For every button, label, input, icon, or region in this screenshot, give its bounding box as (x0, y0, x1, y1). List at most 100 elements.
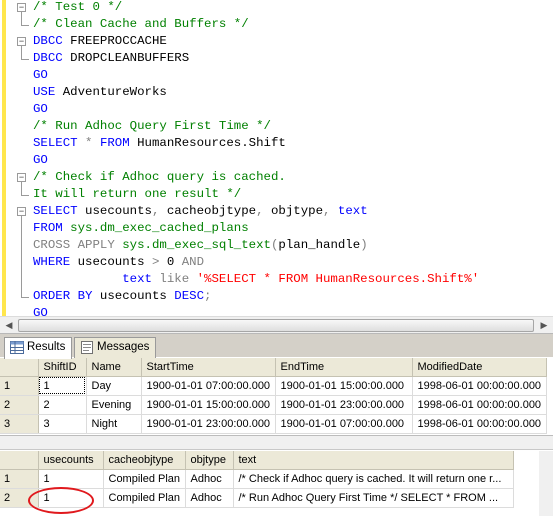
column-header[interactable]: Name (86, 358, 142, 377)
code-token: GO (33, 306, 48, 316)
code-line[interactable]: SELECT usecounts, cacheobjtype, objtype,… (0, 203, 553, 220)
code-line[interactable]: It will return one result */ (0, 186, 553, 203)
code-text: text like '%SELECT * FROM HumanResources… (33, 271, 479, 288)
code-text: GO (33, 305, 48, 316)
collapse-toggle-icon[interactable]: − (17, 207, 26, 216)
row-number[interactable]: 1 (0, 469, 39, 489)
code-line[interactable]: USE AdventureWorks (0, 84, 553, 101)
table-cell[interactable]: Adhoc (185, 469, 234, 489)
column-header[interactable]: ShiftID (38, 358, 87, 377)
code-token: sys.dm_exec_cached_plans (62, 221, 249, 235)
code-line[interactable]: DBCC DROPCLEANBUFFERS (0, 50, 553, 67)
scroll-left-icon[interactable]: ◀ (1, 318, 17, 333)
table-cell[interactable]: Day (86, 376, 142, 396)
code-token: * (77, 136, 100, 150)
row-number[interactable]: 3 (0, 414, 39, 434)
table-cell[interactable]: 1998-06-01 00:00:00.000 (412, 414, 547, 434)
query-editor[interactable]: /* Test 0 */ /* Clean Cache and Buffers *… (0, 0, 553, 316)
code-line[interactable]: GO (0, 152, 553, 169)
scroll-thumb[interactable] (18, 319, 534, 332)
code-text: DBCC DROPCLEANBUFFERS (33, 50, 189, 67)
column-header[interactable]: cacheobjtype (103, 451, 186, 470)
table-cell[interactable]: 1900-01-01 23:00:00.000 (141, 414, 276, 434)
fold-end (21, 195, 29, 196)
collapse-toggle-icon[interactable]: − (17, 173, 26, 182)
shift-table: ShiftID Name StartTime EndTime ModifiedD… (0, 358, 547, 434)
row-header-corner[interactable] (0, 451, 39, 470)
table-cell[interactable]: 2 (38, 395, 87, 415)
code-line[interactable]: text like '%SELECT * FROM HumanResources… (0, 271, 553, 288)
code-token: objtype (263, 204, 324, 218)
table-cell[interactable]: 1998-06-01 00:00:00.000 (412, 376, 547, 396)
row-header-corner[interactable] (0, 358, 39, 377)
collapse-toggle-icon[interactable]: − (17, 37, 26, 46)
table-cell[interactable]: Night (86, 414, 142, 434)
table-row[interactable]: 3 3 Night 1900-01-01 23:00:00.000 1900-0… (0, 414, 547, 434)
code-line[interactable]: /* Run Adhoc Query First Time */ (0, 118, 553, 135)
table-cell[interactable]: /* Run Adhoc Query First Time */ SELECT … (233, 488, 514, 508)
code-token: 0 (159, 255, 182, 269)
code-token: GO (33, 68, 48, 82)
table-cell[interactable]: 1900-01-01 23:00:00.000 (275, 395, 413, 415)
tab-results[interactable]: Results (4, 337, 73, 359)
code-line[interactable]: CROSS APPLY sys.dm_exec_sql_text(plan_ha… (0, 237, 553, 254)
table-cell[interactable]: Compiled Plan (103, 469, 186, 489)
table-cell[interactable]: 1900-01-01 07:00:00.000 (275, 414, 413, 434)
code-token: SELECT (33, 204, 78, 218)
tab-messages[interactable]: Messages (74, 337, 157, 358)
table-cell[interactable]: 3 (38, 414, 87, 434)
row-number[interactable]: 2 (0, 395, 39, 415)
table-cell[interactable]: Compiled Plan (103, 488, 186, 508)
code-token: ) (360, 238, 368, 252)
table-cell[interactable]: 1 (38, 469, 104, 489)
column-header[interactable]: ModifiedDate (412, 358, 547, 377)
table-cell[interactable]: Adhoc (185, 488, 234, 508)
row-number[interactable]: 1 (0, 376, 39, 396)
tab-results-label: Results (27, 341, 66, 353)
table-cell[interactable]: 1900-01-01 15:00:00.000 (141, 395, 276, 415)
results-grid-shift[interactable]: ShiftID Name StartTime EndTime ModifiedD… (0, 358, 553, 436)
tab-messages-label: Messages (97, 341, 150, 353)
table-row[interactable]: 1 1 Day 1900-01-01 07:00:00.000 1900-01-… (0, 376, 547, 396)
code-line[interactable]: ORDER BY usecounts DESC; (0, 288, 553, 305)
column-header[interactable]: text (233, 451, 514, 470)
code-token: FREEPROCCACHE (62, 34, 167, 48)
collapse-toggle-icon[interactable]: − (17, 3, 26, 12)
code-line[interactable]: GO (0, 67, 553, 84)
code-line[interactable]: FROM sys.dm_exec_cached_plans (0, 220, 553, 237)
table-cell[interactable]: /* Check if Adhoc query is cached. It wi… (233, 469, 514, 489)
scroll-right-icon[interactable]: ▶ (536, 318, 552, 333)
code-text: /* Test 0 */ (33, 0, 122, 16)
column-header[interactable]: usecounts (38, 451, 104, 470)
code-text: GO (33, 67, 48, 84)
table-row[interactable]: 1 1 Compiled Plan Adhoc /* Check if Adho… (0, 469, 514, 489)
table-cell[interactable]: 1900-01-01 07:00:00.000 (141, 376, 276, 396)
table-cell[interactable]: Evening (86, 395, 142, 415)
table-cell[interactable]: 1998-06-01 00:00:00.000 (412, 395, 547, 415)
code-line[interactable]: GO (0, 305, 553, 316)
code-token: text (33, 272, 160, 286)
code-line[interactable]: SELECT * FROM HumanResources.Shift (0, 135, 553, 152)
code-text: GO (33, 101, 48, 118)
grid-vertical-scrollbar[interactable] (539, 451, 553, 516)
column-header[interactable]: StartTime (141, 358, 276, 377)
table-cell[interactable]: 1900-01-01 15:00:00.000 (275, 376, 413, 396)
code-line[interactable]: /* Check if Adhoc query is cached. (0, 169, 553, 186)
code-line[interactable]: GO (0, 101, 553, 118)
code-token: text (337, 204, 368, 218)
code-token: SELECT (33, 136, 78, 150)
code-line[interactable]: WHERE usecounts > 0 AND (0, 254, 553, 271)
code-line[interactable]: DBCC FREEPROCCACHE (0, 33, 553, 50)
code-token: ORDER BY (33, 289, 93, 303)
editor-horizontal-scrollbar[interactable]: ◀ ▶ (0, 316, 553, 333)
column-header[interactable]: objtype (185, 451, 234, 470)
code-token: , (256, 204, 264, 218)
table-row[interactable]: 2 2 Evening 1900-01-01 15:00:00.000 1900… (0, 395, 547, 415)
column-header[interactable]: EndTime (275, 358, 413, 377)
code-line[interactable]: /* Test 0 */ (0, 0, 553, 16)
table-cell[interactable]: 1 (38, 376, 87, 396)
code-line[interactable]: /* Clean Cache and Buffers */ (0, 16, 553, 33)
messages-icon (81, 341, 93, 354)
results-tab-bar: Results Messages (0, 333, 553, 359)
